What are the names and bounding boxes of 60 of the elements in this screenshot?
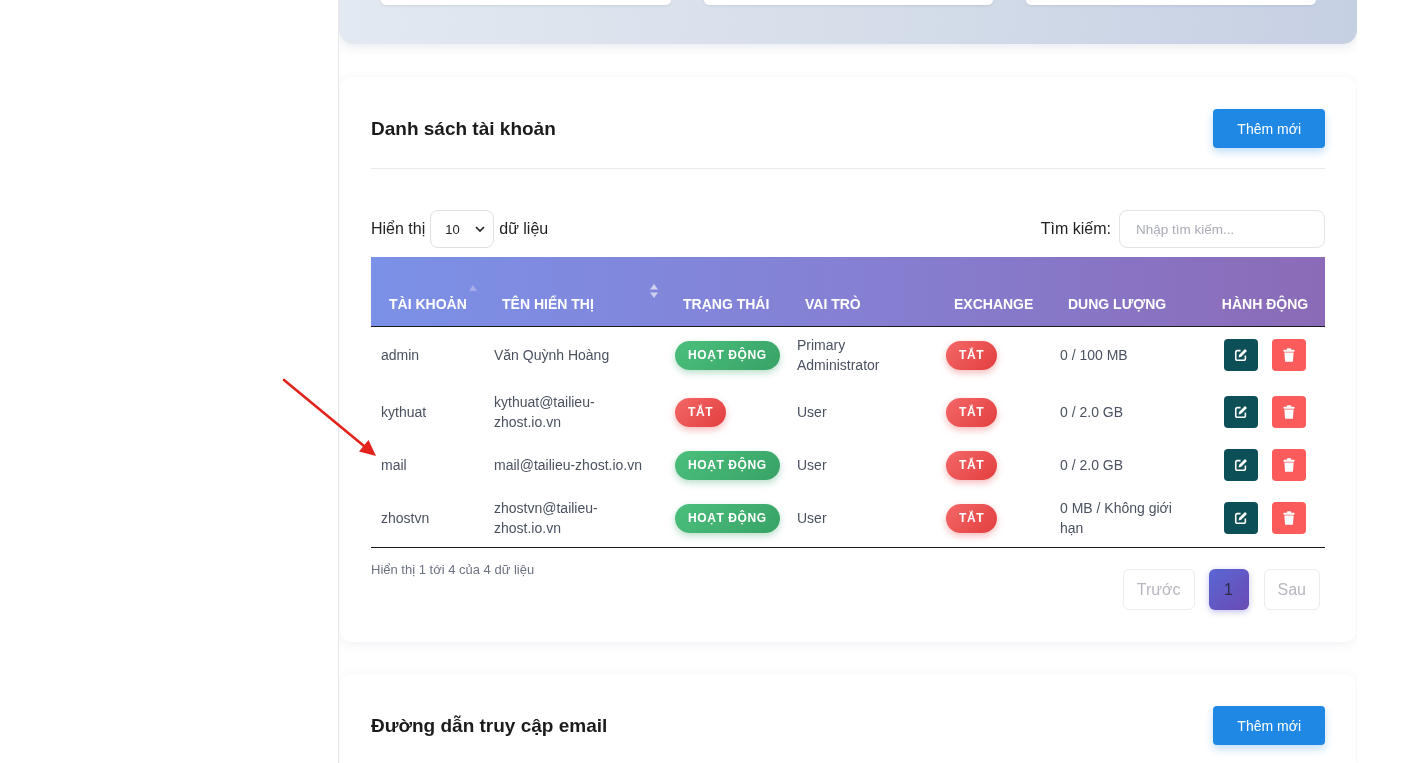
edit-icon — [1234, 405, 1248, 419]
search-field[interactable]: Nhập tìm kiếm... — [1119, 210, 1325, 248]
delete-button[interactable] — [1272, 396, 1306, 428]
trash-icon — [1283, 405, 1295, 419]
page-size-select[interactable]: 10 — [430, 210, 495, 248]
column-header: DUNG LƯỢNG — [1068, 296, 1167, 312]
page-number-button[interactable]: 1 — [1208, 569, 1249, 610]
chevron-down-icon — [475, 226, 486, 232]
role-text: User — [797, 510, 827, 526]
search-label: Tìm kiếm: — [1040, 220, 1111, 238]
status-badge: TẮT — [946, 397, 998, 427]
add-new-button[interactable]: Thêm mới — [1213, 706, 1325, 745]
display-name-text: zhostvn@tailieu-zhost.io.vn — [494, 500, 598, 536]
add-new-button[interactable]: Thêm mới — [1213, 109, 1325, 148]
trash-icon — [1283, 511, 1295, 525]
show-label: Hiển thị — [371, 220, 426, 238]
status-badge: TẮT — [946, 450, 998, 480]
column-header: HÀNH ĐỘNG — [1221, 296, 1309, 312]
username-text: mail — [381, 457, 407, 473]
column-header: VAI TRÒ — [805, 296, 861, 312]
display-name-text: Văn Quỳnh Hoàng — [494, 347, 610, 363]
role-text: Primary Administrator — [797, 337, 880, 373]
edit-icon — [1234, 348, 1248, 362]
edit-icon — [1234, 458, 1248, 472]
username-text: kythuat — [381, 404, 427, 420]
status-badge: HOẠT ĐỘNG — [675, 340, 780, 370]
role-text: User — [797, 457, 827, 473]
edit-button[interactable] — [1224, 449, 1258, 481]
trash-icon — [1283, 348, 1295, 362]
trash-icon — [1283, 458, 1295, 472]
username-text: zhostvn — [381, 510, 430, 526]
section-title: Đường dẫn truy cập email — [371, 714, 608, 737]
column-header: TÊN HIỂN THỊ — [502, 296, 594, 312]
edit-icon — [1234, 511, 1248, 525]
username-text: admin — [381, 347, 420, 363]
display-name-text: mail@tailieu-zhost.io.vn — [494, 457, 643, 473]
storage-quota-text: 0 / 100 MB — [1060, 347, 1128, 363]
status-badge: HOẠT ĐỘNG — [675, 503, 780, 533]
edit-button[interactable] — [1224, 396, 1258, 428]
status-badge: TẮT — [946, 503, 998, 533]
storage-quota-text: 0 MB / Không giới hạn — [1060, 500, 1172, 536]
edit-button[interactable] — [1224, 339, 1258, 371]
column-header: EXCHANGE — [954, 296, 1034, 312]
edit-button[interactable] — [1224, 502, 1258, 534]
delete-button[interactable] — [1272, 339, 1306, 371]
status-badge: TẮT — [946, 340, 998, 370]
delete-button[interactable] — [1272, 449, 1306, 481]
storage-quota-text: 0 / 2.0 GB — [1060, 457, 1124, 473]
status-badge: HOẠT ĐỘNG — [675, 450, 780, 480]
section-title: Danh sách tài khoản — [371, 117, 556, 140]
status-badge: TẮT — [675, 397, 727, 427]
sort-icon[interactable] — [650, 283, 658, 298]
storage-quota-text: 0 / 2.0 GB — [1060, 404, 1124, 420]
role-text: User — [797, 404, 827, 420]
entries-label: dữ liệu — [499, 220, 549, 238]
column-header: TÀI KHOẢN — [389, 296, 467, 312]
delete-button[interactable] — [1272, 502, 1306, 534]
display-name-text: kythuat@tailieu-zhost.io.vn — [494, 394, 595, 430]
table-info-text: Hiển thị 1 tới 4 của 4 dữ liệu — [371, 562, 535, 578]
column-header: TRẠNG THÁI — [683, 296, 770, 312]
